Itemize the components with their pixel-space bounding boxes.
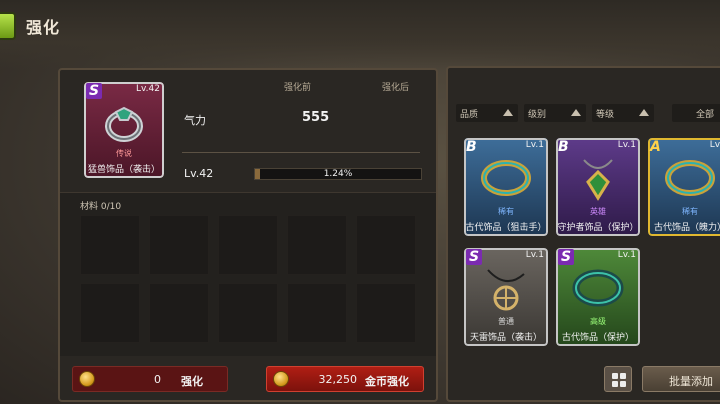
item-level: Lv.1	[617, 140, 636, 150]
enhance-panel: S Lv.42 传说 猛兽饰品（袭击） 强化前 强化后 气力 555 Lv.42…	[58, 68, 438, 402]
item-name: 古代饰品（保护）	[561, 333, 634, 343]
filter-grade[interactable]: 级别	[524, 104, 586, 122]
item-level: Lv.1	[525, 250, 544, 260]
inventory-item[interactable]: B Lv.1 英雄 守护者饰品（保护）	[556, 138, 640, 236]
rarity-label: 英雄	[590, 207, 606, 216]
exp-level: Lv.42	[184, 167, 214, 180]
sort-arrow-icon	[639, 109, 649, 116]
grade-badge: B	[558, 139, 569, 155]
ring-icon	[105, 106, 143, 142]
material-slot[interactable]	[218, 283, 278, 343]
bulk-add-button[interactable]: 批量添加	[642, 366, 720, 392]
filter-label: 级别	[528, 110, 547, 120]
bracelet-icon	[481, 160, 531, 196]
gold-cost: 32,250	[318, 373, 358, 386]
exp-bar: 1.24%	[254, 168, 422, 180]
material-slot[interactable]	[149, 283, 209, 343]
item-name: 古代饰品（狙击手）	[465, 223, 547, 233]
bracelet-icon	[665, 160, 715, 196]
gold-enhance-button[interactable]: 32,250 金币强化	[266, 366, 424, 392]
inventory-item[interactable]: B Lv.1 稀有 古代饰品（狙击手）	[464, 138, 548, 236]
item-name: 守护者饰品（保护）	[557, 223, 639, 233]
enhance-button[interactable]: 0 强化	[72, 366, 228, 392]
rarity-label: 普通	[498, 317, 514, 326]
sort-arrow-icon	[571, 109, 581, 116]
rarity-label: 高级	[590, 317, 606, 326]
gold-enhance-label: 金币强化	[365, 375, 409, 388]
filter-quality[interactable]: 品质	[456, 104, 518, 122]
item-name: 古代饰品（魄力）	[653, 223, 720, 233]
item-level: Lv.1	[709, 140, 720, 150]
inventory-item[interactable]: S Lv.1 普通 天雷饰品（袭击）	[464, 248, 548, 346]
target-item-card[interactable]: S Lv.42 传说 猛兽饰品（袭击）	[84, 82, 164, 178]
material-slot[interactable]	[356, 283, 416, 343]
grade-badge: S	[86, 83, 103, 99]
material-slot[interactable]	[149, 215, 209, 275]
sort-arrow-icon	[503, 109, 513, 116]
coin-icon	[79, 371, 95, 387]
item-level: Lv.1	[617, 250, 636, 260]
after-header: 强化后	[382, 83, 410, 93]
materials-label: 材料 0/10	[80, 202, 122, 212]
bracelet-icon	[572, 269, 624, 307]
bulk-add-label: 批量添加	[669, 375, 713, 388]
filter-label: 等级	[596, 110, 615, 120]
necklace-icon	[583, 159, 613, 201]
enhance-cost: 0	[154, 373, 161, 386]
rarity-label: 稀有	[498, 207, 514, 216]
stat-before-value: 555	[302, 110, 330, 125]
materials-section: 材料 0/10	[60, 192, 436, 356]
filter-label: 品质	[460, 110, 479, 120]
enhance-label: 强化	[181, 375, 203, 388]
inventory-item[interactable]: S Lv.1 高级 古代饰品（保护）	[556, 248, 640, 346]
material-slot[interactable]	[80, 215, 140, 275]
grade-badge: B	[466, 139, 477, 155]
inventory-item[interactable]: A Lv.1 稀有 古代饰品（魄力）	[648, 138, 720, 236]
item-level: Lv.1	[525, 140, 544, 150]
stat-label: 气力	[184, 114, 206, 127]
grade-badge: S	[466, 249, 483, 265]
material-slot[interactable]	[218, 215, 278, 275]
exp-percent: 1.24%	[323, 169, 353, 179]
inventory-panel: 品质 级别 等级 全部 B Lv.1 稀有 古代饰品（狙击手） B Lv.1 英…	[446, 66, 720, 402]
before-header: 强化前	[284, 83, 312, 93]
page-title: 强化	[26, 18, 61, 37]
grid-icon	[612, 373, 626, 387]
material-slot[interactable]	[80, 283, 140, 343]
item-name: 天雷饰品（袭击）	[469, 333, 542, 343]
grid-view-button[interactable]	[604, 366, 632, 392]
pendant-icon	[487, 269, 525, 311]
item-name: 猛兽饰品（袭击）	[87, 165, 160, 175]
material-slot[interactable]	[287, 215, 347, 275]
filter-level[interactable]: 等级	[592, 104, 654, 122]
divider	[182, 152, 420, 153]
filter-label: 全部	[696, 110, 715, 120]
rarity-label: 稀有	[682, 207, 698, 216]
material-slot[interactable]	[356, 215, 416, 275]
grade-badge: S	[558, 249, 575, 265]
item-level: Lv.42	[136, 84, 160, 94]
title-bar	[0, 0, 720, 70]
material-slot[interactable]	[287, 283, 347, 343]
back-button[interactable]	[0, 12, 16, 40]
filter-all[interactable]: 全部	[672, 104, 720, 122]
grade-badge: A	[650, 139, 661, 155]
coin-icon	[273, 371, 289, 387]
rarity-label: 传说	[116, 149, 132, 158]
